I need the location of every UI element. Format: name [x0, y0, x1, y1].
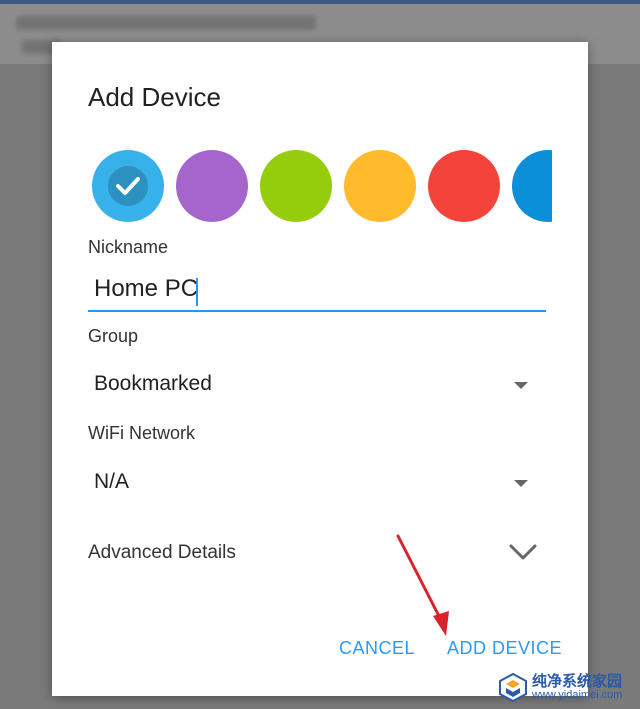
watermark-logo-icon: [499, 672, 527, 702]
wifi-label: WiFi Network: [88, 423, 195, 443]
group-label: Group: [88, 326, 139, 346]
nickname-label: Nickname: [88, 237, 169, 257]
chevron-down-icon: [509, 544, 537, 560]
watermark-text: 纯净系统家园: [532, 673, 623, 690]
add-device-dialog: Add Device Nickname Group Bookmarked Wi: [52, 42, 588, 696]
group-value: Bookmarked: [94, 372, 212, 395]
color-swatch-dark-blue[interactable]: [512, 150, 552, 222]
watermark-url: www.yidaimei.com: [532, 689, 623, 701]
watermark: 纯净系统家园 www.yidaimei.com: [498, 668, 636, 706]
screen: Add Device Nickname Group Bookmarked Wi: [0, 0, 640, 709]
text-caret: [196, 278, 198, 306]
nickname-input[interactable]: [88, 268, 546, 312]
blurred-text: [16, 16, 316, 30]
color-swatch-orange[interactable]: [344, 150, 416, 222]
color-swatch-red[interactable]: [428, 150, 500, 222]
checkmark-icon: [116, 177, 140, 195]
dialog-title: Add Device: [88, 82, 221, 112]
dropdown-arrow-icon: [514, 382, 528, 389]
add-device-button[interactable]: ADD DEVICE: [447, 638, 562, 659]
color-swatch-green[interactable]: [260, 150, 332, 222]
color-swatch-blue[interactable]: [92, 150, 164, 222]
advanced-details-label: Advanced Details: [88, 542, 236, 563]
group-select[interactable]: Bookmarked: [88, 362, 544, 406]
color-swatch-purple[interactable]: [176, 150, 248, 222]
cancel-button[interactable]: CANCEL: [339, 638, 415, 659]
wifi-value: N/A: [94, 470, 130, 493]
color-picker: [92, 150, 552, 224]
selected-indicator: [108, 166, 148, 206]
advanced-details-toggle[interactable]: Advanced Details: [88, 536, 544, 572]
dropdown-arrow-icon: [514, 480, 528, 487]
wifi-network-select[interactable]: N/A: [88, 460, 544, 504]
